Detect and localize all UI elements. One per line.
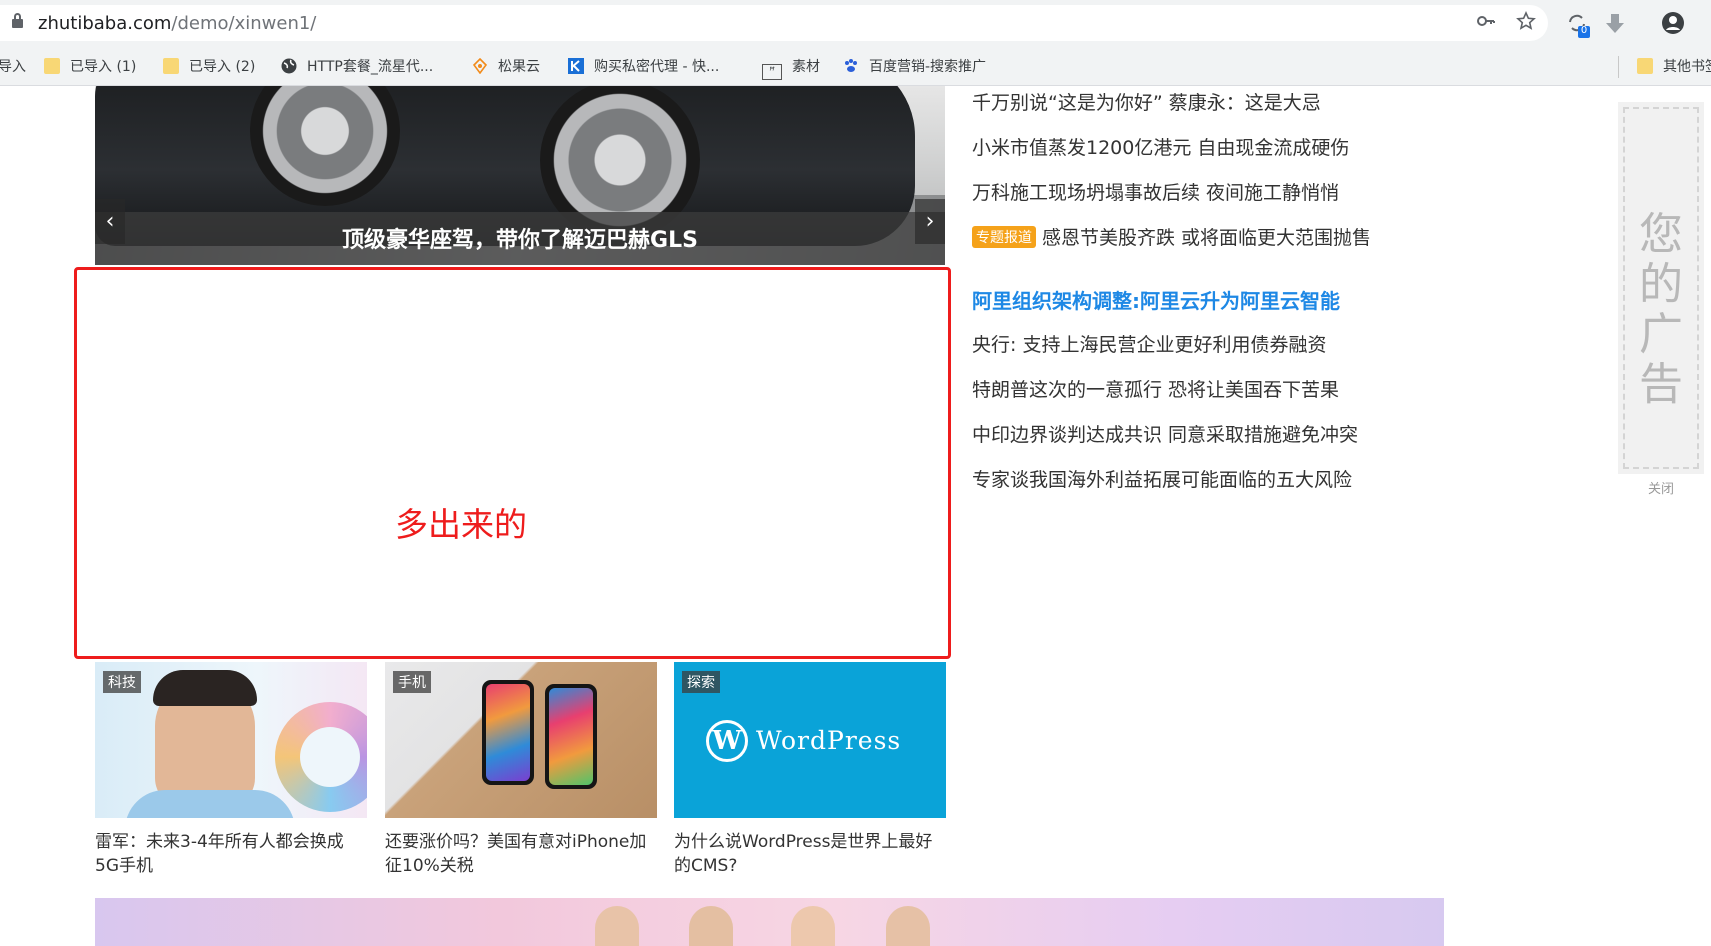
globe-icon	[281, 58, 297, 74]
special-tag: 专题报道	[972, 226, 1036, 248]
card-decor-ring-hole	[300, 727, 360, 787]
card-category-tag[interactable]: 手机	[393, 671, 431, 693]
headline-link[interactable]: 阿里组织架构调整:阿里云升为阿里云智能	[972, 285, 1340, 314]
slider-next-button[interactable]: ›	[915, 199, 945, 244]
bookmark-label: 素材	[792, 59, 820, 75]
banner-person	[791, 906, 835, 946]
featured-slider[interactable]: 顶级豪华座驾，带你了解迈巴赫GLS ‹ ›	[95, 86, 945, 265]
bookmarks-bar: 导入 已导入 (1) 已导入 (2) HTTP套餐_流星代... 松果云 购买私…	[0, 48, 1711, 86]
news-link[interactable]: 小米市值蒸发1200亿港元 自由现金流成硬伤	[972, 133, 1349, 160]
highlight-label: 多出来的	[395, 505, 527, 544]
banner-person	[689, 906, 733, 946]
k-logo-icon	[568, 58, 584, 74]
card-category-tag[interactable]: 探索	[682, 671, 720, 693]
ad-text-char: 告	[1639, 359, 1683, 410]
wordpress-logo-text: WordPress	[756, 726, 902, 755]
lock-icon	[12, 13, 23, 28]
card-image[interactable]: W WordPress 探索	[674, 662, 946, 818]
bookmark-baidu[interactable]: 百度营销-搜索推广	[843, 57, 986, 77]
star-icon[interactable]	[1513, 11, 1539, 36]
folder-icon	[1637, 58, 1653, 74]
address-bar[interactable]: zhutibaba.com/demo/xinwen1/	[0, 5, 1548, 41]
bookmarks-divider	[1618, 56, 1619, 78]
folder-icon	[163, 58, 179, 74]
url-text[interactable]: zhutibaba.com/demo/xinwen1/	[38, 13, 316, 34]
bookmark-label: HTTP套餐_流星代...	[307, 59, 434, 75]
bookmark-imported-2[interactable]: 已导入 (2)	[163, 57, 255, 77]
bookmark-imported-1[interactable]: 已导入 (1)	[44, 57, 136, 77]
side-ad[interactable]: 您 的 广 告	[1618, 102, 1704, 474]
bookmark-http[interactable]: HTTP套餐_流星代...	[281, 57, 433, 77]
bookmark-proxy[interactable]: 购买私密代理 - 快...	[568, 57, 719, 77]
url-domain: zhutibaba.com	[38, 13, 172, 34]
news-link[interactable]: 千万别说“这是为你好” 蔡康永：这是大忌	[972, 88, 1321, 115]
bookmark-other[interactable]: 其他书签	[1637, 57, 1711, 77]
highlight-box: 多出来的	[74, 267, 951, 659]
card-title[interactable]: 为什么说WordPress是世界上最好的CMS?	[674, 830, 946, 878]
bookmark-import[interactable]: 导入	[0, 57, 26, 77]
bookmark-label: 导入	[0, 59, 26, 75]
slider-prev-button[interactable]: ‹	[95, 199, 125, 244]
card-category-tag[interactable]: 科技	[103, 671, 141, 693]
bookmark-sucai[interactable]: ꟸ 素材	[762, 57, 820, 80]
pinecone-icon	[472, 57, 488, 75]
special-news-item[interactable]: 专题报道 感恩节美股齐跌 或将面临更大范围抛售	[972, 223, 1371, 250]
news-link[interactable]: 中印边界谈判达成共识 同意采取措施避免冲突	[972, 420, 1358, 447]
card-phone-screen	[549, 688, 593, 785]
card-phone-screen	[486, 684, 530, 781]
banner-person	[886, 906, 930, 946]
news-link[interactable]: 感恩节美股齐跌 或将面临更大范围抛售	[1042, 227, 1371, 249]
bottom-banner-ad[interactable]	[95, 898, 1444, 946]
card-title[interactable]: 还要涨价吗？美国有意对iPhone加征10%关税	[385, 830, 657, 878]
bookmark-label: 百度营销-搜索推广	[869, 59, 987, 75]
bookmark-songguoyun[interactable]: 松果云	[472, 57, 540, 77]
baidu-paw-icon	[843, 58, 859, 74]
wordpress-logo-icon: W	[706, 720, 748, 762]
slide-caption[interactable]: 顶级豪华座驾，带你了解迈巴赫GLS	[95, 222, 945, 254]
folder-icon	[44, 58, 60, 74]
news-link[interactable]: 专家谈我国海外利益拓展可能面临的五大风险	[972, 465, 1352, 492]
bookmark-label: 松果云	[498, 59, 540, 75]
account-icon[interactable]	[1660, 11, 1686, 40]
card-person-hair	[153, 670, 257, 706]
card-image[interactable]: 手机	[385, 662, 657, 818]
banner-person	[595, 906, 639, 946]
browser-toolbar: zhutibaba.com/demo/xinwen1/ 0	[0, 0, 1711, 48]
key-icon[interactable]	[1473, 11, 1499, 36]
ad-close-button[interactable]: 关闭	[1618, 478, 1704, 497]
news-link[interactable]: 特朗普这次的一意孤行 恐将让美国吞下苦果	[972, 375, 1339, 402]
url-path: /demo/xinwen1/	[171, 13, 317, 34]
news-link[interactable]: 万科施工现场坍塌事故后续 夜间施工静悄悄	[972, 178, 1339, 205]
card-person-shirt	[125, 790, 295, 818]
sync-icon[interactable]: 0	[1565, 12, 1591, 43]
bookmark-label: 已导入 (2)	[189, 59, 256, 75]
bookmark-label: 购买私密代理 - 快...	[594, 59, 720, 75]
sucai-logo-icon: ꟸ	[762, 64, 782, 80]
card-image[interactable]: 科技	[95, 662, 367, 818]
bookmark-label: 已导入 (1)	[70, 59, 137, 75]
news-link[interactable]: 央行: 支持上海民营企业更好利用债券融资	[972, 330, 1326, 357]
sync-badge: 0	[1580, 25, 1588, 36]
download-icon[interactable]	[1602, 12, 1628, 41]
card-title[interactable]: 雷军：未来3-4年所有人都会换成5G手机	[95, 830, 367, 878]
bookmark-label: 其他书签	[1663, 59, 1711, 75]
